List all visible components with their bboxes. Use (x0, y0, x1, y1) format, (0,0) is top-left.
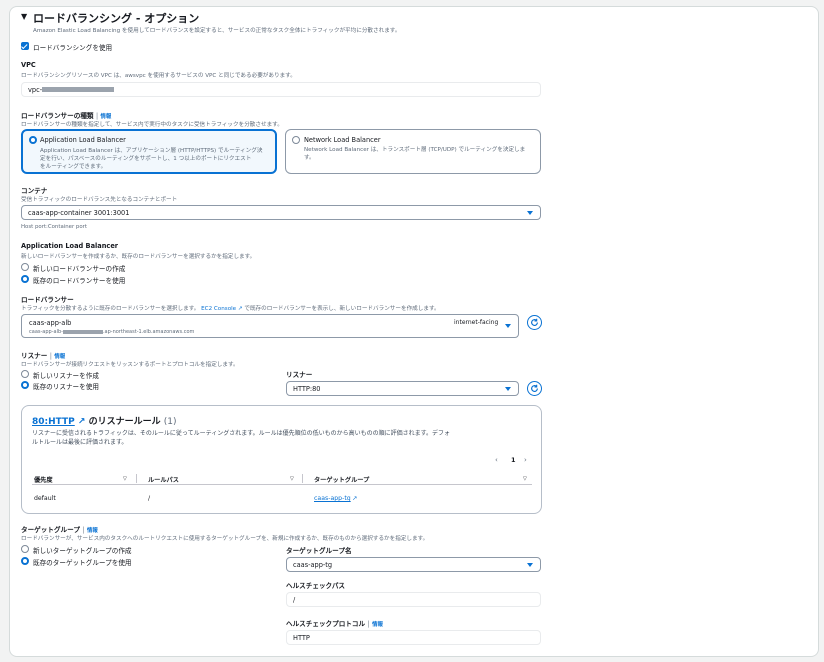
pagination-next-icon[interactable]: › (524, 456, 527, 464)
refresh-load-balancers-button[interactable] (527, 315, 542, 330)
caret-down-icon[interactable]: ▼ (21, 12, 27, 21)
target-group-label: ターゲットグループ | 情報 (21, 526, 98, 534)
section-title: ロードバランシング - オプション (33, 12, 200, 25)
health-check-path-field: / (286, 592, 541, 607)
column-target-group[interactable]: ターゲットグループ (314, 475, 369, 484)
nlb-tile-desc-1: Network Load Balancer は、トランスポート層 (TCP/UD… (304, 147, 526, 153)
listener-existing-radio[interactable] (21, 381, 29, 389)
target-group-existing-radio[interactable] (21, 557, 29, 565)
listener-rules-description-1: リスナーに受信されるトラフィックは、そのルールに従ってルーティングされます。ルー… (32, 430, 451, 437)
vpc-description: ロードバランシングリソースの VPC は、awsvpc を使用するサービスの V… (21, 73, 296, 79)
vpc-label: VPC (21, 61, 36, 69)
vpc-value: vpc- (28, 85, 43, 94)
listener-select-value: HTTP:80 (293, 384, 321, 393)
listener-rules-link[interactable]: 80:HTTP (32, 417, 75, 427)
external-link-icon: ↗ (74, 417, 89, 427)
row-path: / (148, 495, 151, 502)
health-check-protocol-info-link[interactable]: 情報 (372, 622, 383, 628)
column-priority[interactable]: 優先度 (34, 475, 53, 484)
alb-tile[interactable]: Application Load Balancer Application Lo… (21, 129, 277, 174)
column-separator (136, 474, 137, 483)
alb-description: 新しいロードバランサーを作成するか、既存のロードバランサーを選択するかを指定しま… (21, 254, 256, 260)
alb-tile-desc-2: 定を行い、パスベースのルーティングをサポートし、1 つ以上のポートにリクエスト (40, 156, 252, 162)
alb-new-label[interactable]: 新しいロードバランサーの作成 (33, 263, 125, 273)
container-select-value: caas-app-container 3001:3001 (28, 208, 130, 217)
vpc-field: vpc- (21, 82, 541, 97)
alb-existing-radio[interactable] (21, 275, 29, 283)
column-rule-path[interactable]: ルールパス (148, 475, 179, 484)
alb-tile-title: Application Load Balancer (40, 136, 126, 144)
nlb-tile-title: Network Load Balancer (304, 136, 381, 144)
listener-label: リスナー | 情報 (21, 352, 66, 360)
listener-select[interactable]: HTTP:80 (286, 381, 519, 396)
refresh-icon (531, 318, 538, 326)
listener-rules-container: 80:HTTP ↗ のリスナールール (1) リスナーに受信されるトラフィックは… (21, 405, 542, 514)
column-separator (302, 474, 303, 483)
sort-icon[interactable]: ▽ (290, 476, 294, 482)
use-load-balancing-checkbox[interactable] (21, 42, 29, 50)
target-group-select[interactable]: caas-app-tg (286, 557, 541, 572)
nlb-radio[interactable] (292, 136, 300, 144)
listener-select-label: リスナー (286, 371, 313, 379)
dropdown-arrow-icon (527, 562, 533, 567)
alb-tile-desc-1: Application Load Balancer は、アプリケーション層 (H… (40, 148, 263, 154)
external-link-icon: ↗ (352, 495, 358, 502)
container-select[interactable]: caas-app-container 3001:3001 (21, 205, 541, 220)
alb-tile-desc-3: をルーティングできます。 (40, 164, 107, 170)
nlb-tile-desc-2: す。 (304, 155, 315, 161)
listener-description: ロードバランサーが接続リクエストをリッスンするポートとプロトコルを指定します。 (21, 362, 239, 368)
target-group-existing-label[interactable]: 既存のターゲットグループを使用 (33, 557, 132, 567)
ec2-console-link[interactable]: EC2 Console (201, 306, 236, 312)
listener-rules-title: 80:HTTP ↗ のリスナールール (1) (32, 417, 177, 427)
section-description: Amazon Elastic Load Balancing を使用してロードバラ… (33, 28, 401, 34)
container-label: コンテナ (21, 187, 48, 195)
refresh-listeners-button[interactable] (527, 381, 542, 396)
dropdown-arrow-icon (505, 324, 511, 328)
container-description: 受信トラフィックのロードバランス先となるコンテナとポート (21, 197, 178, 203)
load-balancer-name: caas-app-alb (29, 319, 72, 327)
alb-label: Application Load Balancer (21, 242, 119, 250)
health-check-protocol-field: HTTP (286, 630, 541, 645)
container-hint: Host port:Container port (21, 224, 87, 230)
health-check-protocol-label: ヘルスチェックプロトコル | 情報 (286, 620, 383, 628)
table-row: default / caas-app-tg ↗ (32, 494, 532, 506)
redacted-vpc-id (42, 87, 115, 92)
load-balancer-dns: caas-app-alb- .ap-northeast-1.elb.amazona… (29, 329, 195, 335)
lb-type-description: ロードバランサーの種類を指定して、サービス内で実行中のタスクに受信トラフィックを… (21, 122, 283, 128)
rules-table-header: 優先度 ▽ ルールパス ▽ ターゲットグループ ▽ (32, 473, 532, 485)
listener-rules-description-2: ルトルールは最後に評価されます。 (32, 439, 128, 446)
health-check-protocol-value: HTTP (293, 633, 310, 642)
target-group-new-radio[interactable] (21, 545, 29, 553)
use-load-balancing-label: ロードバランシングを使用 (33, 44, 113, 52)
lb-type-label: ロードバランサーの種類 | 情報 (21, 112, 112, 120)
sort-icon[interactable]: ▽ (523, 476, 527, 482)
load-balancer-description: トラフィックを分散するように既存のロードバランサーを選択します。 EC2 Con… (21, 306, 440, 312)
sort-icon[interactable]: ▽ (123, 476, 127, 482)
alb-radio[interactable] (29, 136, 37, 144)
alb-existing-label[interactable]: 既存のロードバランサーを使用 (33, 275, 125, 285)
pagination-prev-icon[interactable]: ‹ (495, 456, 498, 464)
nlb-tile[interactable]: Network Load Balancer Network Load Balan… (285, 129, 541, 174)
load-balancer-label: ロードバランサー (21, 296, 74, 304)
target-group-description: ロードバランサーが、サービス内のタスクへのルートリクエストに使用するターゲットグ… (21, 536, 429, 542)
redacted-dns (62, 329, 103, 334)
row-target-group-link[interactable]: caas-app-tg (314, 495, 351, 502)
target-group-select-value: caas-app-tg (293, 560, 333, 569)
listener-existing-label[interactable]: 既存のリスナーを使用 (33, 381, 99, 391)
load-balancer-scheme: internet-facing (454, 319, 499, 326)
target-group-name-label: ターゲットグループ名 (286, 547, 352, 555)
target-group-new-label[interactable]: 新しいターゲットグループの作成 (33, 545, 132, 555)
pagination-page[interactable]: 1 (511, 456, 516, 464)
health-check-path-value: / (293, 595, 296, 604)
listener-new-label[interactable]: 新しいリスナーを作成 (33, 370, 99, 380)
dropdown-arrow-icon (505, 386, 511, 391)
alb-new-radio[interactable] (21, 263, 29, 271)
load-balancer-select[interactable]: caas-app-alb caas-app-alb- .ap-northeast-… (21, 314, 519, 338)
dropdown-arrow-icon (527, 210, 533, 215)
refresh-icon (531, 384, 538, 392)
listener-new-radio[interactable] (21, 370, 29, 378)
row-priority: default (34, 495, 56, 502)
health-check-path-label: ヘルスチェックパス (286, 582, 346, 590)
